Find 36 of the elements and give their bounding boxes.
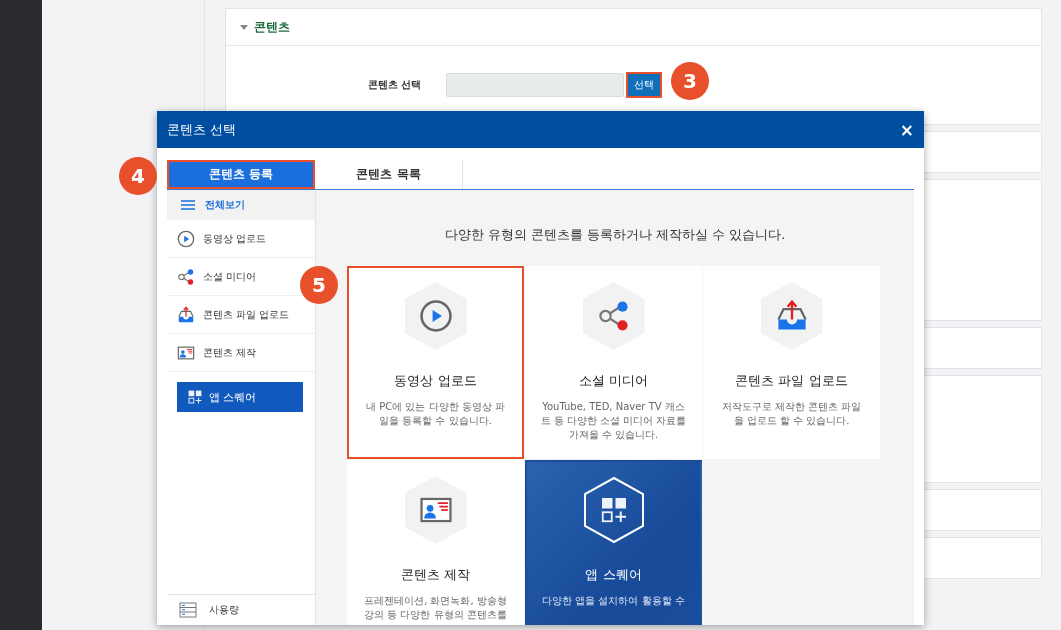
card-description: 내 PC에 있는 다양한 동영상 파 일을 등록할 수 있습니다. [366, 400, 505, 428]
content-type-card[interactable]: 소셜 미디어 YouTube, TED, Naver TV 캐스 트 등 다양한 소셜 미디어 자료를 가져올 수 있습니다. [525, 266, 702, 459]
play-icon [177, 229, 195, 248]
card-title: 동영상 업로드 [394, 372, 477, 390]
content-type-card[interactable]: 동영상 업로드 내 PC에 있는 다양한 동영상 파 일을 등록할 수 있습니다. [347, 266, 524, 459]
field-label: 콘텐츠 선택 [368, 78, 423, 92]
share-icon [596, 299, 631, 333]
menu-icon[interactable] [181, 200, 195, 210]
usage-link[interactable]: 사용량 [209, 603, 239, 617]
view-all-link[interactable]: 전체보기 [205, 198, 245, 212]
select-button[interactable]: 선택 [626, 72, 662, 98]
step-badge: 4 [119, 157, 157, 195]
content-type-card[interactable]: 콘텐츠 제작 프레젠테이션, 화면녹화, 방송형 강의 등 다양한 유형의 콘텐츠를 [347, 460, 524, 625]
tab[interactable]: 콘텐츠 등록 [167, 160, 315, 189]
card-title: 앱 스퀘어 [585, 566, 642, 584]
card-title: 소셜 미디어 [578, 372, 649, 390]
content-input-field[interactable] [446, 73, 624, 97]
content-type-card[interactable]: 콘텐츠 파일 업로드 저작도구로 제작한 콘텐츠 파일 을 업로드 할 수 있습니다. [703, 266, 880, 459]
app-grid-icon [187, 389, 203, 405]
card-description: 프레젠테이션, 화면녹화, 방송형 강의 등 다양한 유형의 콘텐츠를 [364, 594, 507, 622]
hexagon-outline-icon [582, 476, 645, 544]
section-title-text: 콘텐츠 [254, 18, 290, 36]
content-type-card[interactable]: 앱 스퀘어 다양한 앱을 설치하여 활용할 수 [525, 460, 702, 625]
close-button[interactable]: × [897, 119, 916, 140]
card-title: 콘텐츠 제작 [400, 566, 471, 584]
tray-upload-icon [177, 305, 195, 324]
dialog-title: 콘텐츠 선택 [167, 120, 237, 139]
play-icon [418, 299, 453, 333]
card-description: 저작도구로 제작한 콘텐츠 파일 을 업로드 할 수 있습니다. [721, 400, 862, 428]
card-description: 다양한 앱을 설치하여 활용할 수 [542, 594, 685, 608]
card-title: 콘텐츠 파일 업로드 [735, 372, 848, 390]
card-description: YouTube, TED, Naver TV 캐스 트 등 다양한 소셜 미디어 자료를 가져올 수 있습니다. [540, 400, 687, 442]
content-heading: 다양한 유형의 콘텐츠를 등록하거나 제작하실 수 있습니다. [443, 226, 787, 244]
share-icon [177, 267, 195, 286]
list-icon [179, 602, 197, 618]
app-square-button[interactable]: 앱 스퀘어 [177, 382, 303, 412]
